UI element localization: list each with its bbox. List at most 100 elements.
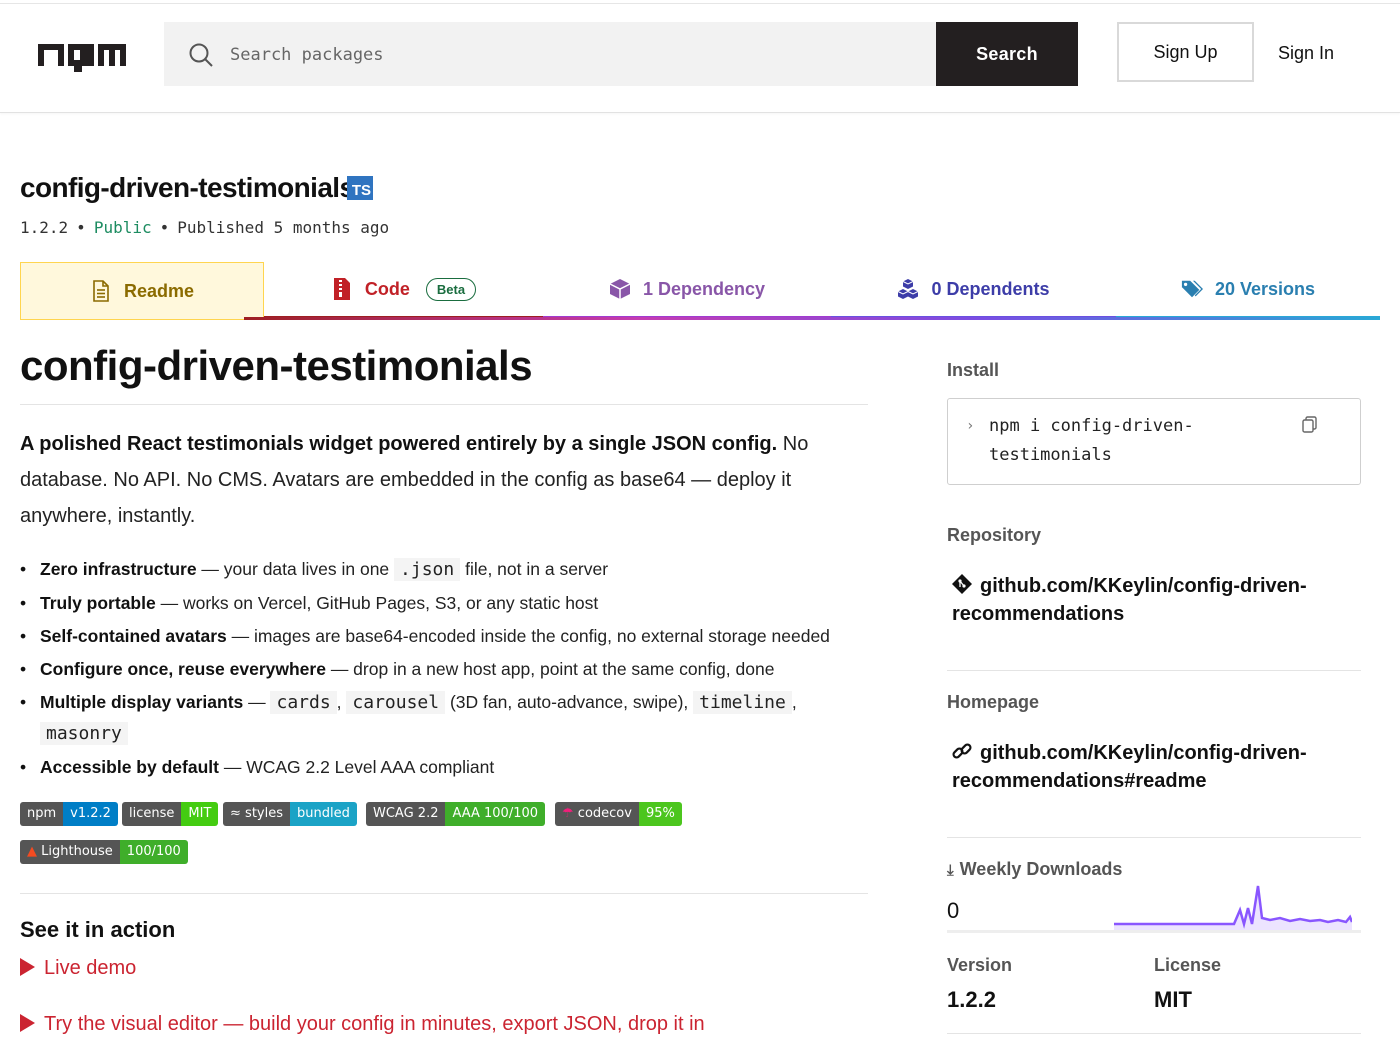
bullet-bold: Multiple display variants <box>40 692 244 712</box>
bullet-bold: Configure once, reuse everywhere <box>40 659 326 679</box>
package-name: config-driven-testimonials <box>20 172 355 203</box>
play-triangle-icon <box>20 1014 35 1032</box>
document-icon <box>93 280 109 302</box>
bullet-text: — your data lives in one <box>196 559 395 579</box>
beta-badge: Beta <box>425 277 477 301</box>
install-command-line: testimonials <box>989 445 1112 465</box>
live-demo-link[interactable]: Live demo <box>20 957 136 980</box>
divider <box>947 837 1361 838</box>
file-zip-icon <box>333 278 350 300</box>
badge-label-text: codecov <box>577 806 632 821</box>
license-value: MIT <box>1154 987 1192 1012</box>
visual-editor-label: Try the visual editor — build your confi… <box>44 1013 705 1035</box>
version-value: 1.2.2 <box>947 987 996 1012</box>
copy-icon[interactable] <box>1302 416 1318 434</box>
tab-dependents[interactable]: 0 Dependents <box>831 262 1116 319</box>
bullet-text: — WCAG 2.2 Level AAA compliant <box>218 757 495 777</box>
package-box-icon <box>609 279 631 299</box>
divider <box>947 670 1361 671</box>
package-visibility: Public <box>93 218 152 237</box>
styles-badge[interactable]: ≈ styles bundled <box>223 802 357 826</box>
badge-label: WCAG 2.2 <box>366 802 446 826</box>
bullet-text: , <box>336 692 347 712</box>
codecov-badge[interactable]: ☂ codecov 95% <box>555 802 682 826</box>
badge-label: license <box>122 802 182 826</box>
repository-label: Repository <box>947 525 1042 545</box>
inline-code: cards <box>270 691 337 714</box>
readme-title: config-driven-testimonials <box>20 342 533 389</box>
search-button[interactable]: Search <box>936 22 1078 86</box>
codecov-umbrella-icon: ☂ <box>562 806 574 821</box>
homepage-url: recommendations#readme <box>952 770 1207 792</box>
bullet-text: — drop in a new host app, point at the s… <box>325 659 775 679</box>
link-chain-icon <box>952 743 972 759</box>
list-item: Self-contained avatars — images are base… <box>20 620 880 653</box>
prompt-caret-icon: › <box>966 418 975 434</box>
tab-readme-label: Readme <box>123 280 195 301</box>
tab-versions[interactable]: 20 Versions <box>1116 262 1380 319</box>
homepage-label: Homepage <box>947 692 1040 712</box>
homepage-link[interactable]: github.com/KKeylin/config-driven-recomme… <box>952 739 1352 795</box>
download-icon: ⤓ <box>947 862 954 879</box>
weekly-downloads-text: Weekly Downloads <box>959 859 1123 879</box>
npm-logo[interactable] <box>38 44 126 74</box>
install-command[interactable]: npm i config-driven-testimonials <box>989 412 1279 470</box>
tab-dependents-label: 0 Dependents <box>931 278 1050 299</box>
published-time: Published 5 months ago <box>177 218 390 237</box>
lighthouse-icon: ▲ <box>27 844 37 859</box>
divider <box>947 1033 1361 1034</box>
live-demo-label: Live demo <box>44 957 137 979</box>
repository-link[interactable]: github.com/KKeylin/config-driven-recomme… <box>952 572 1352 628</box>
badge-label: ☂ codecov <box>555 802 639 826</box>
list-item: Configure once, reuse everywhere — drop … <box>20 653 880 687</box>
license-label: License <box>1154 955 1222 975</box>
install-label: Install <box>947 360 1000 380</box>
sign-up-button[interactable]: Sign Up <box>1117 22 1254 82</box>
bullet-text: — works on Vercel, GitHub Pages, S3, or … <box>155 593 599 613</box>
git-icon <box>952 574 972 594</box>
tab-code[interactable]: Code Beta <box>264 262 543 319</box>
npm-version-badge[interactable]: npm v1.2.2 <box>20 802 118 826</box>
sparkline-baseline <box>947 930 1361 933</box>
list-item: Accessible by default — WCAG 2.2 Level A… <box>20 751 880 783</box>
tab-dependencies-label: 1 Dependency <box>642 278 766 299</box>
tab-readme[interactable]: Readme <box>20 262 264 320</box>
badge-label-text: Lighthouse <box>41 844 113 859</box>
license-badge[interactable]: license MIT <box>122 802 219 826</box>
install-command-line: npm i config-driven- <box>989 416 1194 436</box>
package-meta: 1.2.2 • Public • Published 5 months ago <box>20 218 390 237</box>
downloads-sparkline <box>1114 885 1352 932</box>
badge-value: v1.2.2 <box>63 802 118 826</box>
intro-bold: A polished React testimonials widget pow… <box>20 433 778 455</box>
badge-value: 95% <box>638 802 682 826</box>
badge-label: ▲ Lighthouse <box>20 840 120 864</box>
bullet-text: — images are base64-encoded inside the c… <box>226 626 830 646</box>
tab-versions-label: 20 Versions <box>1214 278 1316 299</box>
feature-list: Zero infrastructure — your data lives in… <box>20 553 880 783</box>
inline-code: masonry <box>40 722 128 745</box>
lighthouse-badge[interactable]: ▲ Lighthouse 100/100 <box>20 840 188 864</box>
cubes-icon <box>898 279 919 299</box>
wcag-badge[interactable]: WCAG 2.2 AAA 100/100 <box>366 802 546 826</box>
inline-code: carousel <box>346 691 446 714</box>
visual-editor-link[interactable]: Try the visual editor — build your confi… <box>20 1013 705 1036</box>
version-label: Version <box>947 955 1013 975</box>
homepage-url: github.com/KKeylin/config-driven- <box>980 742 1307 764</box>
divider <box>20 404 868 405</box>
list-item: Multiple display variants — cards, carou… <box>20 687 880 751</box>
package-tabs: Readme Code Beta 1 Dependency 0 Dependen… <box>20 262 1380 320</box>
sign-in-link[interactable]: Sign In <box>1278 43 1334 64</box>
bullet-bold: Self-contained avatars <box>40 626 227 646</box>
badge-value: MIT <box>181 802 219 826</box>
bullet-text: — <box>243 692 271 712</box>
badge-label-text: styles <box>245 806 283 821</box>
badge-label: npm <box>20 802 64 826</box>
tags-icon <box>1181 280 1203 298</box>
tab-dependencies[interactable]: 1 Dependency <box>543 262 831 319</box>
inline-code: .json <box>394 558 461 581</box>
list-item: Truly portable — works on Vercel, GitHub… <box>20 587 880 620</box>
search-input[interactable] <box>230 40 920 70</box>
weekly-downloads-label: ⤓ Weekly Downloads <box>947 859 1122 880</box>
bullet-bold: Zero infrastructure <box>40 559 197 579</box>
inline-code: timeline <box>693 691 792 714</box>
